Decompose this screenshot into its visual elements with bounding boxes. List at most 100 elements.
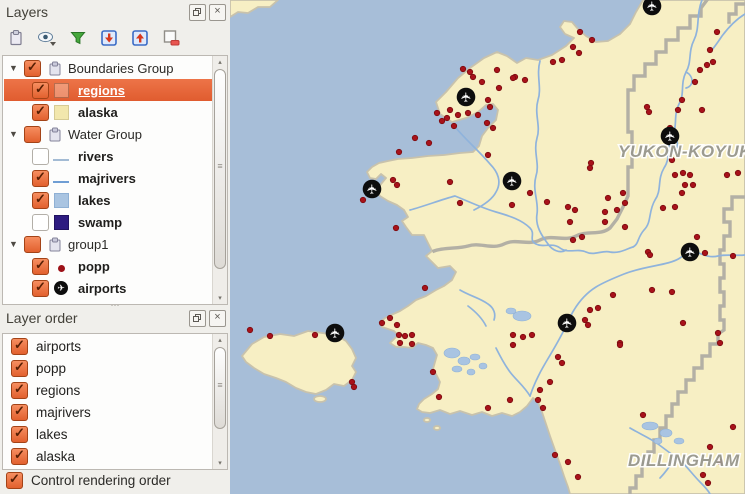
order-row-majrivers[interactable]: majrivers <box>4 401 212 423</box>
popp-point <box>465 110 470 115</box>
popp-point <box>587 165 592 170</box>
scroll-up-icon[interactable]: ▴ <box>213 58 227 66</box>
popp-point <box>679 97 684 102</box>
popp-point <box>467 69 472 74</box>
map-svg[interactable]: ✈✈✈✈✈✈✈✈ YUKON-KOYUKUK DILLINGHAM <box>230 0 745 494</box>
popp-point <box>412 135 417 140</box>
add-group-button[interactable] <box>4 26 28 50</box>
popp-point <box>585 322 590 327</box>
remove-layer-button[interactable] <box>159 26 183 50</box>
float-panel-button[interactable] <box>189 4 206 21</box>
order-row-popp[interactable]: popp <box>4 357 212 379</box>
visibility-checkbox[interactable] <box>11 426 28 443</box>
order-scrollbar[interactable]: ▴ ▾ <box>212 334 227 469</box>
layer-label: lakes <box>78 193 111 208</box>
popp-point <box>680 170 685 175</box>
visibility-checkbox[interactable] <box>32 214 49 231</box>
panel-splitter[interactable]: ⋯ <box>0 303 230 309</box>
visibility-checkbox[interactable] <box>32 170 49 187</box>
layer-row-swamp[interactable]: swamp <box>4 211 212 233</box>
map-canvas[interactable]: ✈✈✈✈✈✈✈✈ YUKON-KOYUKUK DILLINGHAM <box>230 0 745 494</box>
popp-point <box>576 50 581 55</box>
popp-point <box>570 237 575 242</box>
popp-point <box>567 219 572 224</box>
popp-point <box>577 29 582 34</box>
visibility-checkbox[interactable] <box>32 280 49 297</box>
order-row-alaska[interactable]: alaska <box>4 445 212 467</box>
visibility-checkbox[interactable] <box>32 148 49 165</box>
float-panel-button[interactable] <box>189 310 206 327</box>
popp-point <box>510 332 515 337</box>
layer-row-majrivers[interactable]: majrivers <box>4 167 212 189</box>
filter-legend-button[interactable] <box>66 26 90 50</box>
popp-point <box>247 327 252 332</box>
islet <box>434 426 440 430</box>
order-row-airports[interactable]: airports <box>4 335 212 357</box>
control-rendering-label: Control rendering order <box>31 473 171 488</box>
popp-point <box>588 160 593 165</box>
collapse-all-button[interactable] <box>128 26 152 50</box>
group-icon <box>48 237 62 252</box>
visibility-checkbox[interactable] <box>32 192 49 209</box>
visibility-checkbox[interactable] <box>24 60 41 77</box>
group-row-water[interactable]: ▼ Water Group <box>4 123 212 145</box>
manage-visibility-button[interactable] <box>35 26 59 50</box>
expander-icon[interactable]: ▼ <box>9 239 24 249</box>
scrollbar-thumb[interactable] <box>214 69 226 269</box>
airport-marker: ✈ <box>457 88 476 107</box>
visibility-checkbox[interactable] <box>32 104 49 121</box>
visibility-checkbox[interactable] <box>32 82 49 99</box>
popp-point <box>509 202 514 207</box>
layers-scrollbar[interactable]: ▴ ▾ <box>212 56 227 304</box>
visibility-checkbox[interactable] <box>11 338 28 355</box>
scroll-down-icon[interactable]: ▾ <box>213 294 227 302</box>
group-row-group1[interactable]: ▼ group1 <box>4 233 212 255</box>
close-panel-button[interactable]: × <box>209 310 226 327</box>
popp-point <box>422 285 427 290</box>
popp-point <box>485 152 490 157</box>
group-label: group1 <box>68 237 108 252</box>
expand-all-button[interactable] <box>97 26 121 50</box>
expander-icon[interactable]: ▼ <box>9 63 24 73</box>
expander-icon[interactable]: ▼ <box>9 129 24 139</box>
layer-row-lakes[interactable]: lakes <box>4 189 212 211</box>
popp-point <box>675 107 680 112</box>
visibility-checkbox[interactable] <box>24 236 41 253</box>
visibility-checkbox[interactable] <box>11 448 28 465</box>
popp-point <box>622 200 627 205</box>
visibility-checkbox[interactable] <box>11 360 28 377</box>
scroll-down-icon[interactable]: ▾ <box>213 459 227 467</box>
land-top-left-wedge <box>230 0 278 17</box>
layer-row-rivers[interactable]: rivers <box>4 145 212 167</box>
layer-symbol-wrap <box>49 261 73 272</box>
popp-point <box>540 405 545 410</box>
order-row-regions[interactable]: regions <box>4 379 212 401</box>
visibility-checkbox[interactable] <box>11 382 28 399</box>
visibility-checkbox[interactable] <box>24 126 41 143</box>
scrollbar-thumb[interactable] <box>214 347 226 429</box>
layers-panel: Layers × <box>0 0 230 306</box>
popp-point <box>707 444 712 449</box>
visibility-checkbox[interactable] <box>32 258 49 275</box>
popp-point <box>351 384 356 389</box>
eye-icon <box>37 29 57 47</box>
popp-point <box>455 112 460 117</box>
popp-point <box>529 332 534 337</box>
layer-row-alaska[interactable]: alaska <box>4 101 212 123</box>
restore-icon <box>193 314 201 322</box>
scroll-up-icon[interactable]: ▴ <box>213 336 227 344</box>
visibility-checkbox[interactable] <box>11 404 28 421</box>
group-row-boundaries[interactable]: ▼ Boundaries Group <box>4 57 212 79</box>
popp-point <box>479 79 484 84</box>
order-row-lakes[interactable]: lakes <box>4 423 212 445</box>
layer-row-popp[interactable]: popp <box>4 255 212 277</box>
layer-row-airports[interactable]: ✈ airports <box>4 277 212 299</box>
close-panel-button[interactable]: × <box>209 4 226 21</box>
svg-text:✈: ✈ <box>460 91 475 102</box>
layer-row-regions[interactable]: regions <box>4 79 212 101</box>
popp-point <box>687 172 692 177</box>
popp-point <box>409 341 414 346</box>
control-rendering-checkbox[interactable] <box>6 472 23 489</box>
popp-point <box>565 459 570 464</box>
popp-point <box>394 322 399 327</box>
